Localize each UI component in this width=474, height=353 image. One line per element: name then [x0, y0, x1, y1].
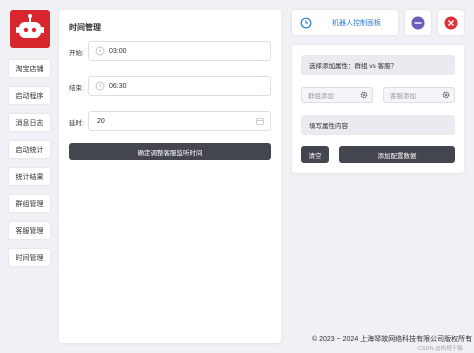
clock-icon — [95, 46, 105, 56]
close-button[interactable] — [438, 10, 464, 35]
interval-value: 20 — [97, 117, 105, 125]
agent-add-placeholder: 客服添加 — [390, 93, 416, 100]
end-label: 结束: — [69, 85, 84, 92]
clock-icon — [95, 81, 105, 91]
minimize-button[interactable] — [405, 10, 431, 35]
sidebar-item-taobao-shop[interactable]: 淘宝店铺 — [9, 60, 50, 77]
interval-input[interactable]: 20 — [88, 111, 271, 131]
sidebar-item-agent-manage[interactable]: 客服管理 — [9, 222, 50, 239]
gear-icon — [442, 91, 450, 99]
sidebar-item-stats-result[interactable]: 统计结果 — [9, 168, 50, 185]
sidebar-item-time-manage[interactable]: 时间管理 — [9, 249, 50, 266]
sidebar-item-launch[interactable]: 启动程序 — [9, 87, 50, 104]
start-label: 开始: — [69, 50, 84, 57]
gear-icon — [360, 91, 368, 99]
attribute-content-placeholder: 填写属性内容 — [309, 123, 348, 130]
app-logo — [10, 10, 50, 48]
calendar-icon — [256, 118, 264, 125]
sidebar-item-message-log[interactable]: 消息日志 — [9, 114, 50, 131]
end-time-input[interactable]: 06:30 — [88, 76, 271, 96]
start-time-value: 03:00 — [109, 47, 127, 55]
clear-button[interactable]: 清空 — [301, 146, 329, 163]
confirm-time-button[interactable]: 确定调整客服监听时间 — [69, 143, 271, 160]
interval-label: 延时: — [69, 120, 84, 127]
config-panel: 选择添加属性：群组 vs 客服？ 群组添加 客服添加 填写属性内容 清空 添加配… — [292, 45, 464, 173]
minus-icon — [411, 16, 425, 29]
clock-icon — [300, 17, 312, 28]
robot-logo-icon — [16, 14, 44, 38]
robot-console-label: 机器人控制面板 — [332, 19, 381, 27]
close-icon — [444, 16, 458, 29]
page-title: 时间管理 — [69, 23, 101, 32]
start-time-input[interactable]: 03:00 — [88, 41, 271, 61]
agent-add-input[interactable]: 客服添加 — [383, 87, 455, 103]
attribute-select[interactable]: 选择添加属性：群组 vs 客服？ — [301, 55, 455, 75]
sidebar-item-launch-stats[interactable]: 启动统计 — [9, 141, 50, 158]
group-add-placeholder: 群组添加 — [308, 93, 334, 100]
group-add-input[interactable]: 群组添加 — [301, 87, 373, 103]
sidebar-item-group-manage[interactable]: 群组管理 — [9, 195, 50, 212]
copyright-text: © 2023 ~ 2024 上海琴故网络科技有限公司版权所有 — [312, 336, 473, 343]
watermark-text: CSDN @执规于猿 — [418, 346, 463, 352]
attribute-content-input[interactable]: 填写属性内容 — [301, 115, 455, 135]
end-time-value: 06:30 — [109, 82, 127, 90]
robot-console-button[interactable]: 机器人控制面板 — [292, 10, 398, 35]
attribute-select-placeholder: 选择添加属性：群组 vs 客服？ — [309, 63, 398, 70]
add-config-button[interactable]: 添加配置数据 — [339, 146, 455, 163]
time-panel: 时间管理 开始: 03:00 结束: 06:30 延时: 20 确定调整客服监听… — [59, 10, 281, 343]
